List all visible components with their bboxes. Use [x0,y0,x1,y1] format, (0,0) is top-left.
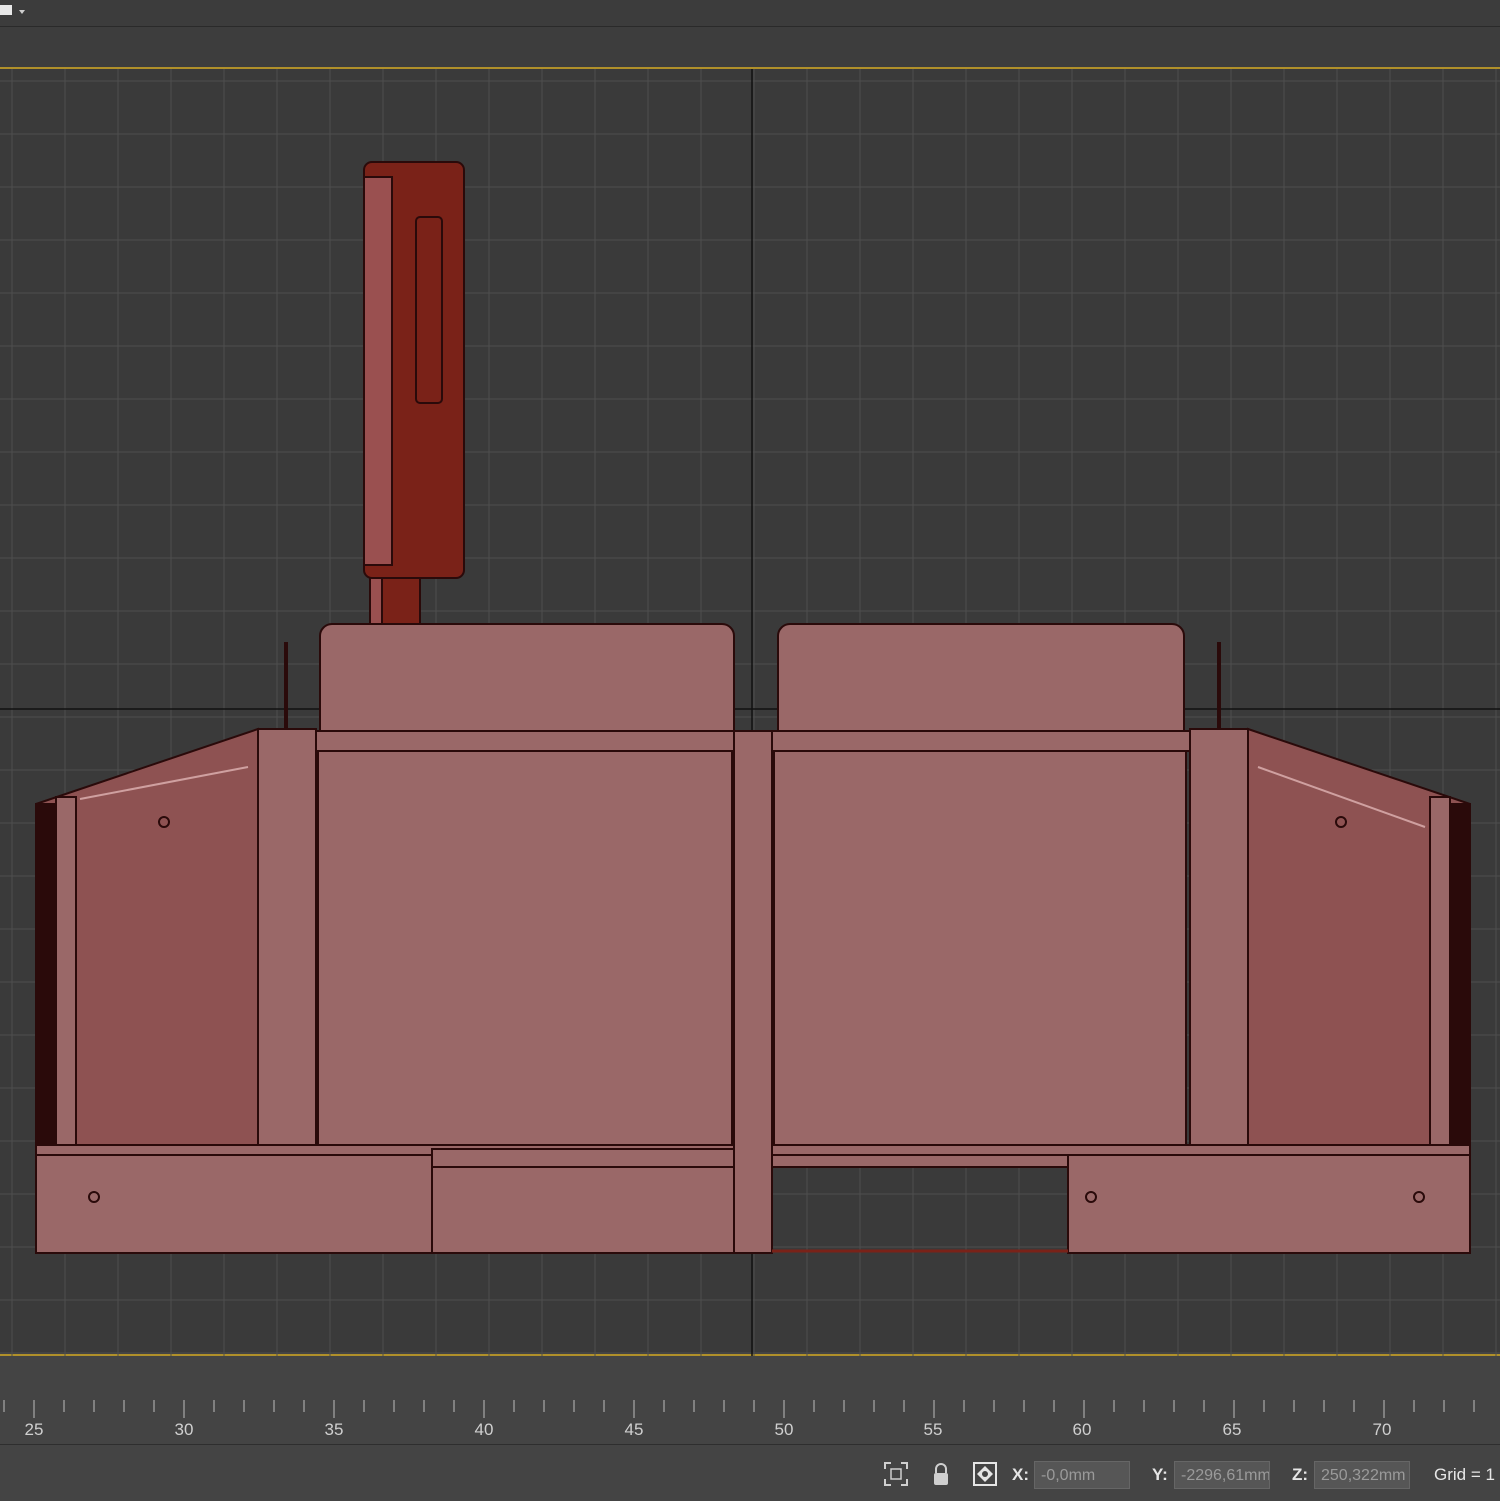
front-viewport[interactable] [0,67,1500,1358]
z-label: Z: [1292,1465,1309,1484]
tick-label: 25 [24,1420,44,1439]
top-toolbar [0,0,1500,27]
viewport-canvas [0,69,1500,1358]
tick-label: 70 [1372,1420,1392,1439]
tick-label: 35 [324,1420,344,1439]
timeline-ruler[interactable]: 25 30 35 40 45 50 55 60 65 70 [0,1398,1500,1444]
grid-size-text: Grid = 1 [1434,1465,1495,1484]
tick-label: 65 [1222,1420,1242,1439]
tick-label: 45 [624,1420,644,1439]
viewport-header [0,27,1500,67]
z-coordinate-field[interactable]: 250,322mm [1314,1461,1410,1489]
status-bar: X: -0,0mm Y: -2296,61mm Z: 250,322mm Gri… [0,1444,1500,1501]
y-coordinate-field[interactable]: -2296,61mm [1174,1461,1270,1489]
x-coordinate-field[interactable]: -0,0mm [1034,1461,1130,1489]
sofa-model[interactable] [35,161,1471,1254]
back-cushion-right[interactable] [777,623,1185,745]
base-left[interactable] [35,1154,433,1254]
seat-left[interactable] [317,750,733,1147]
ruler-ticks [3,1400,1475,1418]
y-label: Y: [1152,1465,1168,1484]
viewport-menu-icon[interactable] [0,2,26,20]
seat-right[interactable] [773,750,1187,1147]
floor-lamp[interactable] [363,161,465,625]
back-cushion-left[interactable] [319,623,735,745]
tick-label: 50 [774,1420,794,1439]
tick-label: 30 [174,1420,194,1439]
selection-region-icon[interactable] [883,1461,909,1487]
center-divider[interactable] [733,730,773,1254]
tick-label: 60 [1072,1420,1092,1439]
absolute-mode-icon[interactable] [972,1461,998,1487]
x-label: X: [1012,1465,1029,1484]
lock-icon[interactable] [928,1461,954,1487]
tick-label: 40 [474,1420,494,1439]
base-right[interactable] [1067,1154,1471,1254]
tick-label: 55 [923,1420,943,1439]
